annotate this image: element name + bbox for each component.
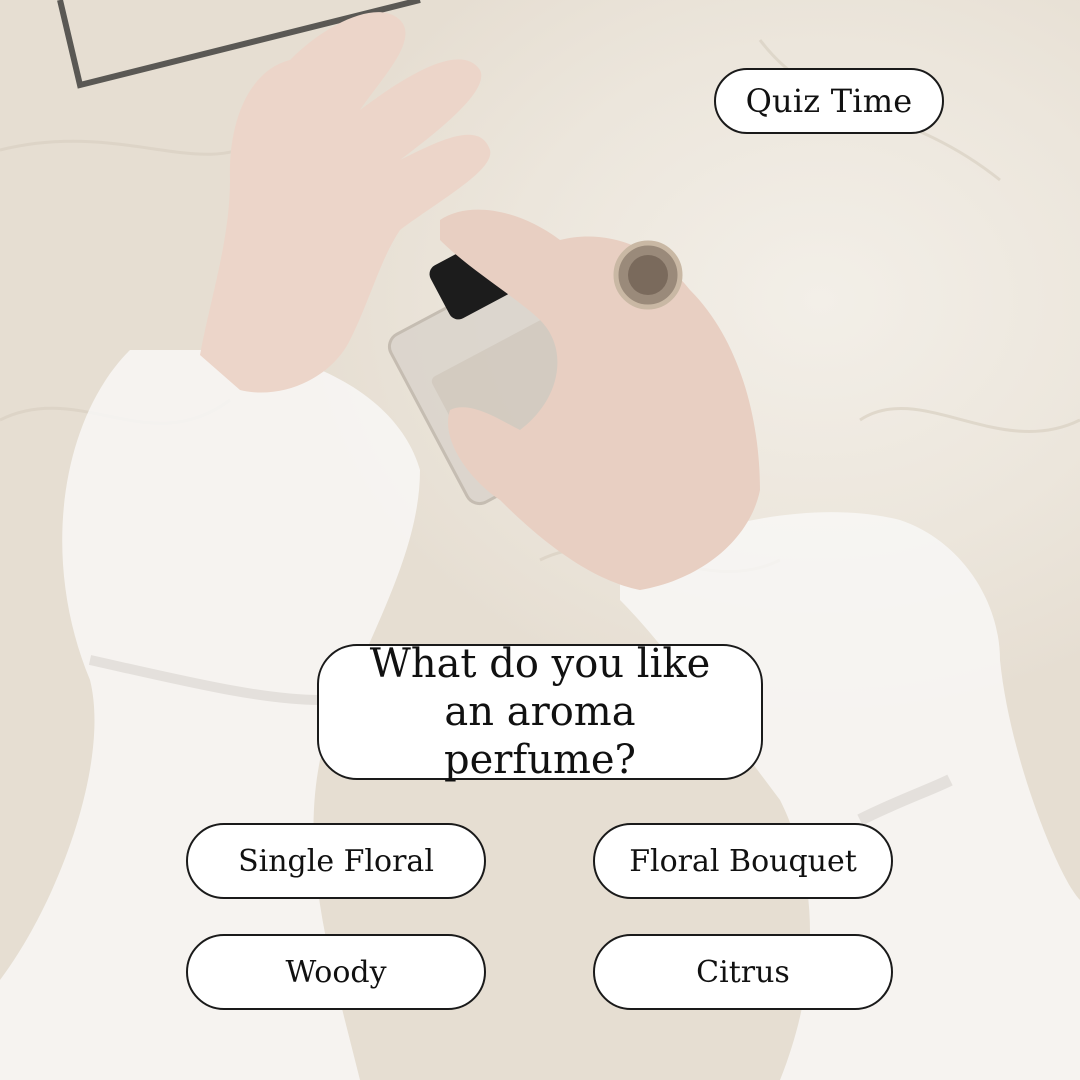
option-single-floral-button[interactable]: Single Floral (186, 823, 486, 899)
option-woody-button[interactable]: Woody (186, 934, 486, 1010)
option-label: Floral Bouquet (629, 843, 857, 879)
perfume-bottle-photo-icon (0, 0, 1080, 1080)
question-card: What do you like an aroma perfume? (317, 641, 763, 783)
quiz-time-badge: Quiz Time (714, 68, 944, 134)
option-label: Citrus (696, 954, 790, 990)
option-label: Woody (285, 954, 387, 990)
quiz-time-label: Quiz Time (745, 82, 913, 120)
option-floral-bouquet-button[interactable]: Floral Bouquet (593, 823, 893, 899)
question-text: What do you like an aroma perfume? (369, 641, 711, 783)
option-label: Single Floral (238, 843, 434, 879)
option-citrus-button[interactable]: Citrus (593, 934, 893, 1010)
background-photo (0, 0, 1080, 1080)
